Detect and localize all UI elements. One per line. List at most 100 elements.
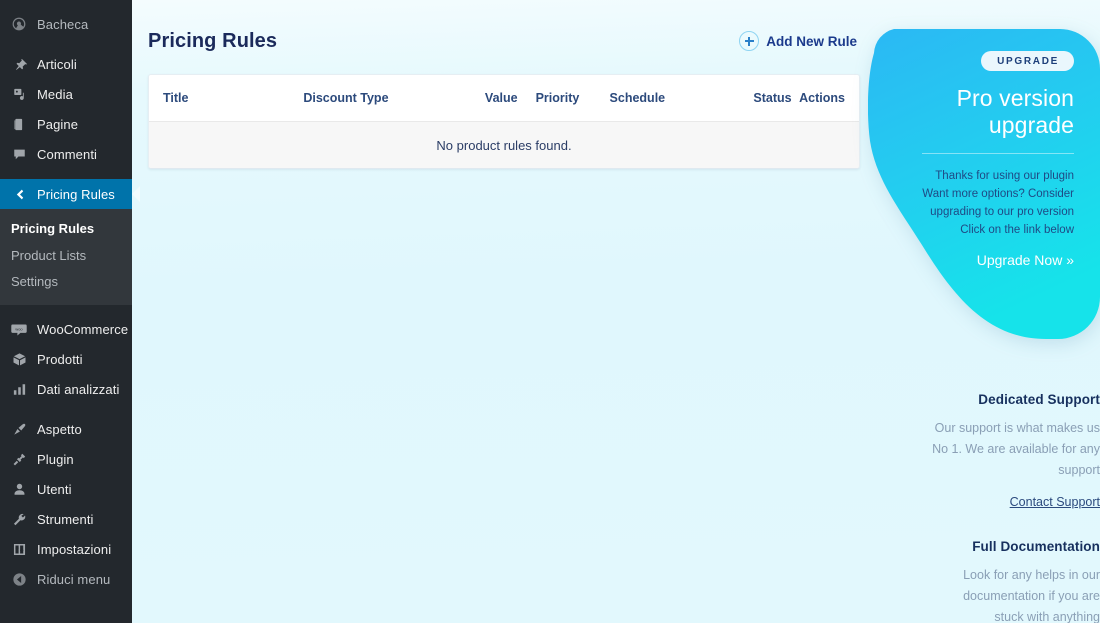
comment-icon (9, 144, 29, 164)
docs-body-line1: Look for any helps in our (963, 568, 1100, 582)
add-new-rule-button[interactable]: Add New Rule (739, 31, 860, 51)
sidebar-item-label: Pagine (37, 116, 79, 132)
svg-text:woo: woo (15, 326, 23, 331)
sidebar-item-label: Impostazioni (37, 542, 112, 558)
sidebar-item-label: Riduci menu (37, 572, 111, 588)
sidebar-divider-3 (0, 305, 132, 315)
column-header-actions: Actions (799, 91, 845, 105)
table-empty-row: No product rules found. (149, 121, 859, 168)
sidebar-item-label: Dati analizzati (37, 382, 120, 398)
sidebar-item-label: Pricing Rules (37, 186, 115, 202)
primary-column: Pricing Rules Add New Rule Title Discoun… (148, 0, 860, 169)
pin-icon (9, 54, 29, 74)
sidebar-item-label: WooCommerce (37, 322, 129, 338)
plug-icon (9, 450, 29, 470)
sidebar-item-label: Prodotti (37, 352, 83, 368)
submenu-item-product-lists[interactable]: Product Lists (0, 243, 132, 270)
sidebar-item-label: Aspetto (37, 422, 82, 438)
dedicated-support-block: Dedicated Support Our support is what ma… (868, 392, 1100, 511)
promo-divider (922, 153, 1074, 155)
contact-support-link[interactable]: Contact Support (1010, 495, 1100, 509)
chevron-left-icon (9, 184, 29, 204)
support-heading: Dedicated Support (978, 392, 1100, 407)
sidebar-item-dati-analizzati[interactable]: Dati analizzati (0, 375, 132, 405)
sidebar-item-prodotti[interactable]: Prodotti (0, 345, 132, 375)
sidebar-item-pagine[interactable]: Pagine (0, 109, 132, 139)
promo-title: Pro version upgrade (882, 85, 1074, 139)
sidebar-item-label: Media (37, 86, 73, 102)
docs-body-line2: documentation if you are (963, 589, 1100, 603)
sidebar-item-bacheca[interactable]: Bacheca (0, 9, 132, 39)
sidebar-item-pricing-rules[interactable]: Pricing Rules (0, 179, 132, 209)
sidebar-item-label: Bacheca (37, 16, 89, 32)
woocommerce-icon: woo (9, 320, 29, 340)
column-header-value: Value (484, 91, 518, 105)
sidebar-item-label: Articoli (37, 56, 77, 72)
sidebar-group-dashboard: Bacheca (0, 9, 132, 39)
upgrade-now-link[interactable]: Upgrade Now » (977, 252, 1074, 268)
sidebar-group-content: Articoli Media Pagine Commenti (0, 49, 132, 169)
sidebar-item-plugin[interactable]: Plugin (0, 445, 132, 475)
sidebar-item-commenti[interactable]: Commenti (0, 139, 132, 169)
media-icon (9, 84, 29, 104)
column-header-discount-type: Discount Type (303, 91, 389, 105)
admin-sidebar: Bacheca Articoli Media Pagine Commenti P… (0, 0, 132, 623)
sidebar-item-label: Strumenti (37, 512, 94, 528)
submenu-item-settings[interactable]: Settings (0, 269, 132, 296)
brush-icon (9, 420, 29, 440)
table-empty-message: No product rules found. (436, 137, 572, 153)
promo-title-line2: upgrade (988, 112, 1074, 139)
sliders-icon (9, 540, 29, 560)
sidebar-group-system: Aspetto Plugin Utenti Strumenti Impostaz… (0, 415, 132, 595)
sidebar-promo-rail: UPGRADE Pro version upgrade Thanks for u… (868, 0, 1100, 623)
docs-heading: Full Documentation (972, 539, 1100, 554)
sidebar-item-woocommerce[interactable]: woo WooCommerce (0, 315, 132, 345)
support-body-line3: support (1058, 463, 1100, 477)
admin-page: Bacheca Articoli Media Pagine Commenti P… (0, 0, 1100, 623)
promo-content: UPGRADE Pro version upgrade Thanks for u… (868, 29, 1100, 270)
pricing-rules-table: Title Discount Type Value Priority Sched… (148, 74, 860, 169)
sidebar-divider-4 (0, 405, 132, 415)
sidebar-item-impostazioni[interactable]: Impostazioni (0, 535, 132, 565)
chart-bars-icon (9, 380, 29, 400)
sidebar-item-media[interactable]: Media (0, 79, 132, 109)
sidebar-item-aspetto[interactable]: Aspetto (0, 415, 132, 445)
docs-body-line3: stuck with anything (994, 610, 1100, 623)
docs-body: Look for any helps in our documentation … (868, 565, 1100, 623)
sidebar-divider-1 (0, 39, 132, 49)
promo-body-line3: upgrading to our pro version (930, 206, 1074, 219)
sidebar-item-label: Commenti (37, 146, 98, 162)
page-title: Pricing Rules (148, 29, 278, 52)
column-header-priority: Priority (535, 91, 580, 105)
collapse-arrow-icon (9, 570, 29, 590)
promo-body-line4: Click on the link below (960, 224, 1074, 237)
support-body-line1: Our support is what makes us (934, 421, 1100, 435)
user-icon (9, 480, 29, 500)
promo-body-line1: Thanks for using our plugin (935, 170, 1074, 183)
promo-body-line2: Want more options? Consider (922, 188, 1074, 201)
support-body-line2: No 1. We are available for any (932, 442, 1100, 456)
add-new-rule-label: Add New Rule (766, 33, 857, 49)
sidebar-item-strumenti[interactable]: Strumenti (0, 505, 132, 535)
promo-title-line1: Pro version (956, 85, 1074, 111)
main-content: Pricing Rules Add New Rule Title Discoun… (132, 0, 1100, 623)
support-body: Our support is what makes us No 1. We ar… (868, 418, 1100, 481)
sidebar-item-riduci-menu[interactable]: Riduci menu (0, 565, 132, 595)
sidebar-item-label: Plugin (37, 452, 74, 468)
page-icon (9, 114, 29, 134)
upgrade-badge: UPGRADE (981, 51, 1074, 71)
sidebar-item-label: Utenti (37, 482, 72, 498)
table-header-row: Title Discount Type Value Priority Sched… (149, 75, 859, 121)
column-header-title: Title (163, 91, 189, 105)
sidebar-submenu: Pricing Rules Product Lists Settings (0, 209, 132, 305)
submenu-item-pricing-rules[interactable]: Pricing Rules (0, 216, 132, 243)
promo-body: Thanks for using our plugin Want more op… (882, 167, 1074, 239)
column-header-schedule: Schedule (609, 91, 666, 105)
sidebar-item-articoli[interactable]: Articoli (0, 49, 132, 79)
pro-upgrade-panel[interactable]: UPGRADE Pro version upgrade Thanks for u… (868, 29, 1100, 339)
sidebar-item-utenti[interactable]: Utenti (0, 475, 132, 505)
wrench-icon (9, 510, 29, 530)
plus-circle-icon (739, 31, 760, 51)
sidebar-group-commerce: woo WooCommerce Prodotti Dati analizzati (0, 315, 132, 405)
page-header: Pricing Rules Add New Rule (148, 0, 860, 60)
